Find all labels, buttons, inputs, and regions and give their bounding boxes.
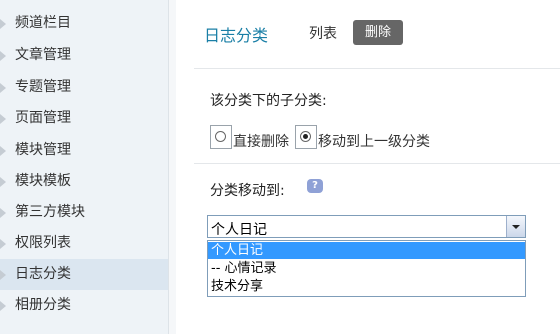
main-panel: 日志分类 列表 删除 该分类下的子分类: 直接删除 移动到上一级分类 分类移动到… bbox=[176, 0, 560, 334]
sidebar-item-label: 日志分类 bbox=[15, 266, 71, 282]
sidebar-item-album-categories[interactable]: 相册分类 bbox=[0, 290, 168, 321]
section-divider bbox=[194, 163, 560, 164]
sidebar-item-label: 权限列表 bbox=[15, 235, 71, 251]
radio-checked-icon bbox=[300, 131, 311, 142]
category-select-value: 个人日记 bbox=[211, 222, 267, 238]
bullet-icon bbox=[0, 177, 6, 187]
dropdown-option[interactable]: 个人日记 bbox=[208, 242, 525, 259]
sidebar-item-module-management[interactable]: 模块管理 bbox=[0, 135, 168, 166]
bullet-icon bbox=[0, 208, 6, 218]
sidebar-item-log-categories[interactable]: 日志分类 bbox=[0, 259, 168, 290]
bullet-icon bbox=[0, 146, 6, 156]
move-to-label: 分类移动到: bbox=[210, 183, 285, 199]
tab-delete[interactable]: 删除 bbox=[353, 20, 403, 45]
sidebar-item-label: 相册分类 bbox=[15, 297, 71, 313]
sidebar-item-topic-management[interactable]: 专题管理 bbox=[0, 72, 168, 103]
sidebar-item-label: 专题管理 bbox=[15, 79, 71, 95]
dropdown-option[interactable]: -- 心情记录 bbox=[208, 260, 525, 277]
sidebar-nav: 频道栏目 文章管理 专题管理 页面管理 模块管理 模块模板 第三方模块 权限列表… bbox=[0, 0, 168, 334]
bullet-icon bbox=[0, 19, 6, 29]
page-title: 日志分类 bbox=[204, 26, 269, 45]
sidebar-item-label: 模块管理 bbox=[15, 142, 71, 158]
category-dropdown-list: 个人日记 -- 心情记录 技术分享 bbox=[207, 240, 526, 297]
bullet-icon bbox=[0, 301, 6, 311]
sidebar-item-page-management[interactable]: 页面管理 bbox=[0, 103, 168, 134]
sidebar-item-label: 模块模板 bbox=[15, 173, 71, 189]
sidebar-item-label: 第三方模块 bbox=[15, 204, 85, 220]
tab-list[interactable]: 列表 bbox=[309, 23, 337, 43]
sidebar-item-label: 频道栏目 bbox=[15, 15, 71, 31]
sidebar-item-label: 文章管理 bbox=[15, 47, 71, 63]
radio-unchecked-icon bbox=[215, 131, 226, 142]
bullet-icon bbox=[0, 239, 6, 249]
bullet-icon bbox=[0, 83, 6, 93]
bullet-icon bbox=[0, 51, 6, 61]
sidebar-item-module-templates[interactable]: 模块模板 bbox=[0, 166, 168, 197]
sidebar-item-label: 页面管理 bbox=[15, 110, 71, 126]
subcategory-heading: 该分类下的子分类: bbox=[210, 93, 327, 109]
bullet-icon bbox=[0, 114, 6, 124]
radio-delete-direct[interactable] bbox=[210, 125, 232, 149]
radio-label-move-up[interactable]: 移动到上一级分类 bbox=[318, 131, 430, 151]
sidebar-item-permission-list[interactable]: 权限列表 bbox=[0, 228, 168, 259]
sidebar-item-article-management[interactable]: 文章管理 bbox=[0, 40, 168, 71]
chevron-down-icon[interactable] bbox=[506, 216, 525, 237]
header-divider bbox=[194, 68, 560, 69]
dropdown-option[interactable]: 技术分享 bbox=[208, 278, 525, 295]
category-select[interactable]: 个人日记 bbox=[207, 215, 526, 238]
sidebar-item-channel-columns[interactable]: 频道栏目 bbox=[0, 8, 168, 39]
sidebar-item-third-party-modules[interactable]: 第三方模块 bbox=[0, 197, 168, 228]
bullet-icon bbox=[0, 270, 6, 280]
radio-label-delete-direct[interactable]: 直接删除 bbox=[233, 131, 289, 151]
help-icon[interactable]: ? bbox=[307, 179, 323, 193]
radio-move-up[interactable] bbox=[295, 125, 317, 149]
